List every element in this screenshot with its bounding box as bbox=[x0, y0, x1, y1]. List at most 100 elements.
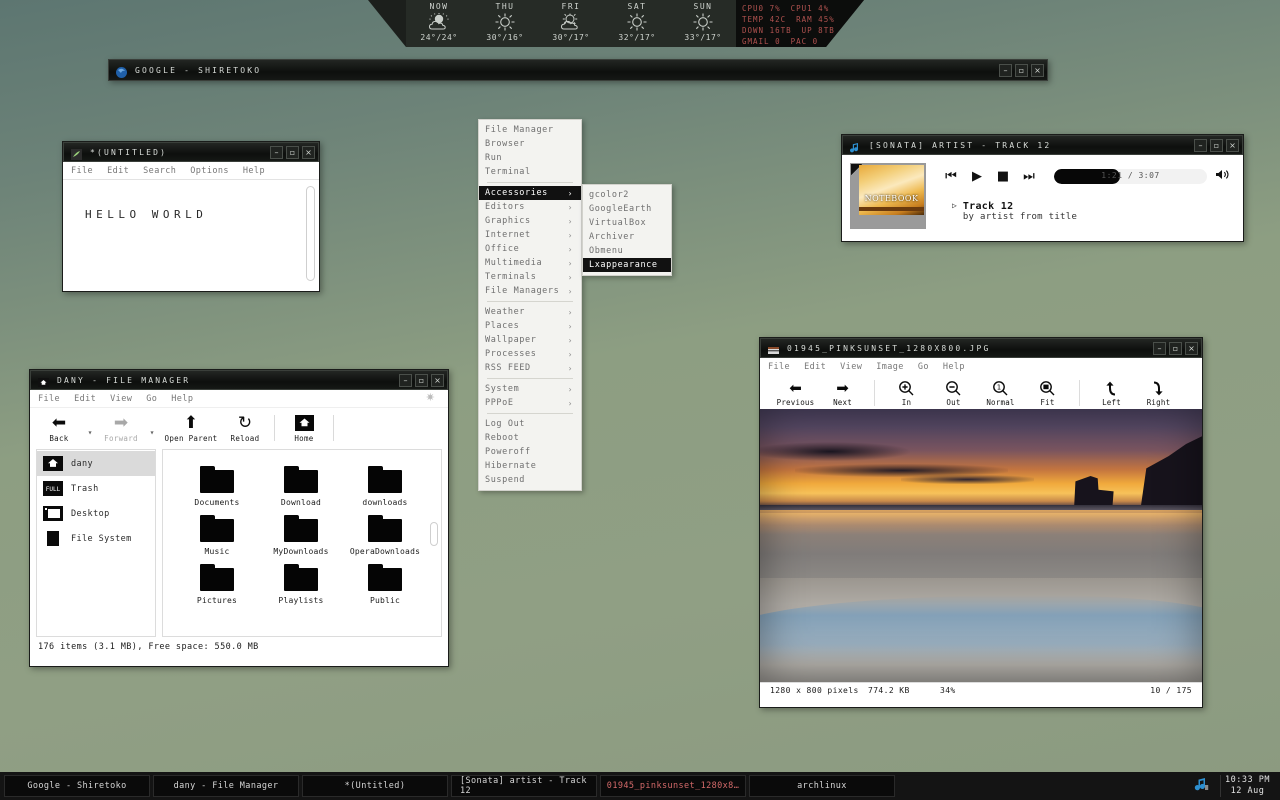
menu-file[interactable]: File bbox=[71, 166, 93, 176]
next-button[interactable]: ➡ Next bbox=[819, 378, 866, 407]
openbox-root-menu[interactable]: File Manager Browser Run Terminal Access… bbox=[478, 119, 582, 491]
image-viewer-menubar[interactable]: File Edit View Image Go Help bbox=[760, 358, 1202, 375]
menu-search[interactable]: Search bbox=[143, 166, 176, 176]
zoom-fit-button[interactable]: Fit bbox=[1024, 378, 1071, 407]
list-item[interactable]: Pictures bbox=[175, 556, 259, 605]
menu-edit[interactable]: Edit bbox=[107, 166, 129, 176]
home-button[interactable]: Home bbox=[281, 412, 327, 443]
file-manager-window[interactable]: dany - File Manager – ▫ × File Edit View… bbox=[29, 369, 449, 667]
editor-content[interactable]: HELLO WORLD bbox=[63, 180, 319, 221]
image-viewer-toolbar[interactable]: ⬅ Previous ➡ Next In Out 1 Normal Fit Le… bbox=[760, 375, 1202, 409]
menu-item-multimedia[interactable]: Multimedia › bbox=[479, 256, 581, 270]
close-button[interactable]: × bbox=[1031, 63, 1044, 77]
menu-edit[interactable]: Edit bbox=[804, 362, 826, 372]
menu-help[interactable]: Help bbox=[243, 166, 265, 176]
image-canvas[interactable] bbox=[760, 409, 1202, 682]
menu-go[interactable]: Go bbox=[918, 362, 929, 372]
list-item[interactable]: MyDownloads bbox=[259, 507, 343, 556]
minimize-button[interactable]: – bbox=[399, 373, 412, 387]
image-viewer-window[interactable]: 01945_pinksunset_1280x800.jpg – ▫ × File… bbox=[759, 337, 1203, 708]
browser-window[interactable]: Google - Shiretoko – ▫ × bbox=[108, 59, 1048, 81]
menu-file[interactable]: File bbox=[38, 394, 60, 404]
menu-item-suspend[interactable]: Suspend bbox=[479, 473, 581, 487]
playback-controls[interactable]: ⏮ ▶ ■ ⏭ 1:21 / 3:07 bbox=[938, 163, 1235, 189]
back-button[interactable]: ⬅ Back bbox=[36, 412, 82, 443]
menu-item-rss-feed[interactable]: RSS FEED › bbox=[479, 361, 581, 375]
submenu-item-gcolor2[interactable]: gcolor2 bbox=[583, 188, 671, 202]
rotate-right-button[interactable]: Right bbox=[1135, 378, 1182, 407]
taskbar-button-browser[interactable]: Google - Shiretoko bbox=[4, 775, 150, 797]
editor-titlebar[interactable]: *(Untitled) – ▫ × bbox=[63, 142, 319, 162]
editor-menubar[interactable]: File Edit Search Options Help bbox=[63, 162, 319, 179]
system-tray[interactable]: 10:33 PM 12 Aug bbox=[1193, 775, 1276, 797]
list-item[interactable]: Documents bbox=[175, 458, 259, 507]
submenu-item-lxappearance[interactable]: Lxappearance bbox=[583, 258, 671, 272]
forward-history-chevron-down-icon[interactable]: ▾ bbox=[144, 418, 160, 437]
speaker-icon[interactable] bbox=[1215, 168, 1235, 185]
menu-item-processes[interactable]: Processes › bbox=[479, 347, 581, 361]
menu-item-file-managers[interactable]: File Managers › bbox=[479, 284, 581, 298]
file-manager-menubar[interactable]: File Edit View Go Help ✷ bbox=[30, 389, 448, 408]
menu-item-editors[interactable]: Editors › bbox=[479, 200, 581, 214]
stop-button[interactable]: ■ bbox=[990, 169, 1016, 184]
menu-image[interactable]: Image bbox=[876, 362, 904, 372]
minimize-button[interactable]: – bbox=[1153, 341, 1166, 355]
menu-item-terminal[interactable]: Terminal bbox=[479, 165, 581, 179]
list-item[interactable]: Download bbox=[259, 458, 343, 507]
minimize-button[interactable]: – bbox=[999, 63, 1012, 77]
menu-item-file-manager[interactable]: File Manager bbox=[479, 123, 581, 137]
menu-item-pppoe[interactable]: PPPoE › bbox=[479, 396, 581, 410]
menu-item-internet[interactable]: Internet › bbox=[479, 228, 581, 242]
submenu-item-archiver[interactable]: Archiver bbox=[583, 230, 671, 244]
menu-item-graphics[interactable]: Graphics › bbox=[479, 214, 581, 228]
places-sidebar[interactable]: dany FULL Trash Desktop File System bbox=[36, 449, 156, 637]
clock[interactable]: 10:33 PM 12 Aug bbox=[1220, 775, 1270, 797]
minimize-button[interactable]: – bbox=[270, 145, 283, 159]
previous-button[interactable]: ⏮ bbox=[938, 169, 964, 184]
sidebar-item-trash[interactable]: FULL Trash bbox=[37, 476, 155, 501]
submenu-item-virtualbox[interactable]: VirtualBox bbox=[583, 216, 671, 230]
rotate-left-button[interactable]: Left bbox=[1088, 378, 1135, 407]
back-history-chevron-down-icon[interactable]: ▾ bbox=[82, 418, 98, 437]
menu-item-hibernate[interactable]: Hibernate bbox=[479, 459, 581, 473]
previous-button[interactable]: ⬅ Previous bbox=[772, 378, 819, 407]
editor-vertical-scrollbar[interactable] bbox=[306, 186, 315, 281]
taskbar-button-sonata[interactable]: [Sonata] artist - Track 12 bbox=[451, 775, 597, 797]
browser-window-buttons[interactable]: – ▫ × bbox=[999, 63, 1044, 77]
seek-progress-bar[interactable]: 1:21 / 3:07 bbox=[1054, 168, 1207, 184]
image-viewer-titlebar[interactable]: 01945_pinksunset_1280x800.jpg – ▫ × bbox=[760, 338, 1202, 358]
editor-window-buttons[interactable]: – ▫ × bbox=[270, 145, 315, 159]
menu-item-reboot[interactable]: Reboot bbox=[479, 431, 581, 445]
menu-item-places[interactable]: Places › bbox=[479, 319, 581, 333]
menu-help[interactable]: Help bbox=[171, 394, 193, 404]
list-item[interactable]: OperaDownloads bbox=[343, 507, 427, 556]
file-list-pane[interactable]: Documents Download downloads Music MyDow… bbox=[162, 449, 442, 637]
maximize-button[interactable]: ▫ bbox=[1169, 341, 1182, 355]
taskbar-button-archlinux[interactable]: archlinux bbox=[749, 775, 895, 797]
zoom-in-button[interactable]: In bbox=[883, 378, 930, 407]
close-button[interactable]: × bbox=[1185, 341, 1198, 355]
menu-help[interactable]: Help bbox=[943, 362, 965, 372]
maximize-button[interactable]: ▫ bbox=[1015, 63, 1028, 77]
minimize-button[interactable]: – bbox=[1194, 138, 1207, 152]
accessories-submenu[interactable]: gcolor2 GoogleEarth VirtualBox Archiver … bbox=[582, 184, 672, 276]
submenu-item-googleearth[interactable]: GoogleEarth bbox=[583, 202, 671, 216]
sidebar-item-dany[interactable]: dany bbox=[37, 451, 155, 476]
close-button[interactable]: × bbox=[1226, 138, 1239, 152]
reload-button[interactable]: ↻ Reload bbox=[222, 412, 268, 443]
menu-view[interactable]: View bbox=[110, 394, 132, 404]
sidebar-item-file-system[interactable]: File System bbox=[37, 526, 155, 551]
close-button[interactable]: × bbox=[431, 373, 444, 387]
browser-titlebar[interactable]: Google - Shiretoko – ▫ × bbox=[108, 59, 1048, 81]
menu-item-terminals[interactable]: Terminals › bbox=[479, 270, 581, 284]
taskbar-button-editor[interactable]: *(Untitled) bbox=[302, 775, 448, 797]
sonata-player-window[interactable]: [Sonata] artist - Track 12 – ▫ × NOTEBOO… bbox=[841, 134, 1244, 242]
menu-file[interactable]: File bbox=[768, 362, 790, 372]
menu-go[interactable]: Go bbox=[146, 394, 157, 404]
sonata-titlebar[interactable]: [Sonata] artist - Track 12 – ▫ × bbox=[842, 135, 1243, 155]
taskbar[interactable]: Google - Shiretoko dany - File Manager *… bbox=[0, 772, 1280, 800]
menu-item-office[interactable]: Office › bbox=[479, 242, 581, 256]
menu-item-poweroff[interactable]: Poweroff bbox=[479, 445, 581, 459]
list-item[interactable]: Music bbox=[175, 507, 259, 556]
menu-item-weather[interactable]: Weather › bbox=[479, 305, 581, 319]
